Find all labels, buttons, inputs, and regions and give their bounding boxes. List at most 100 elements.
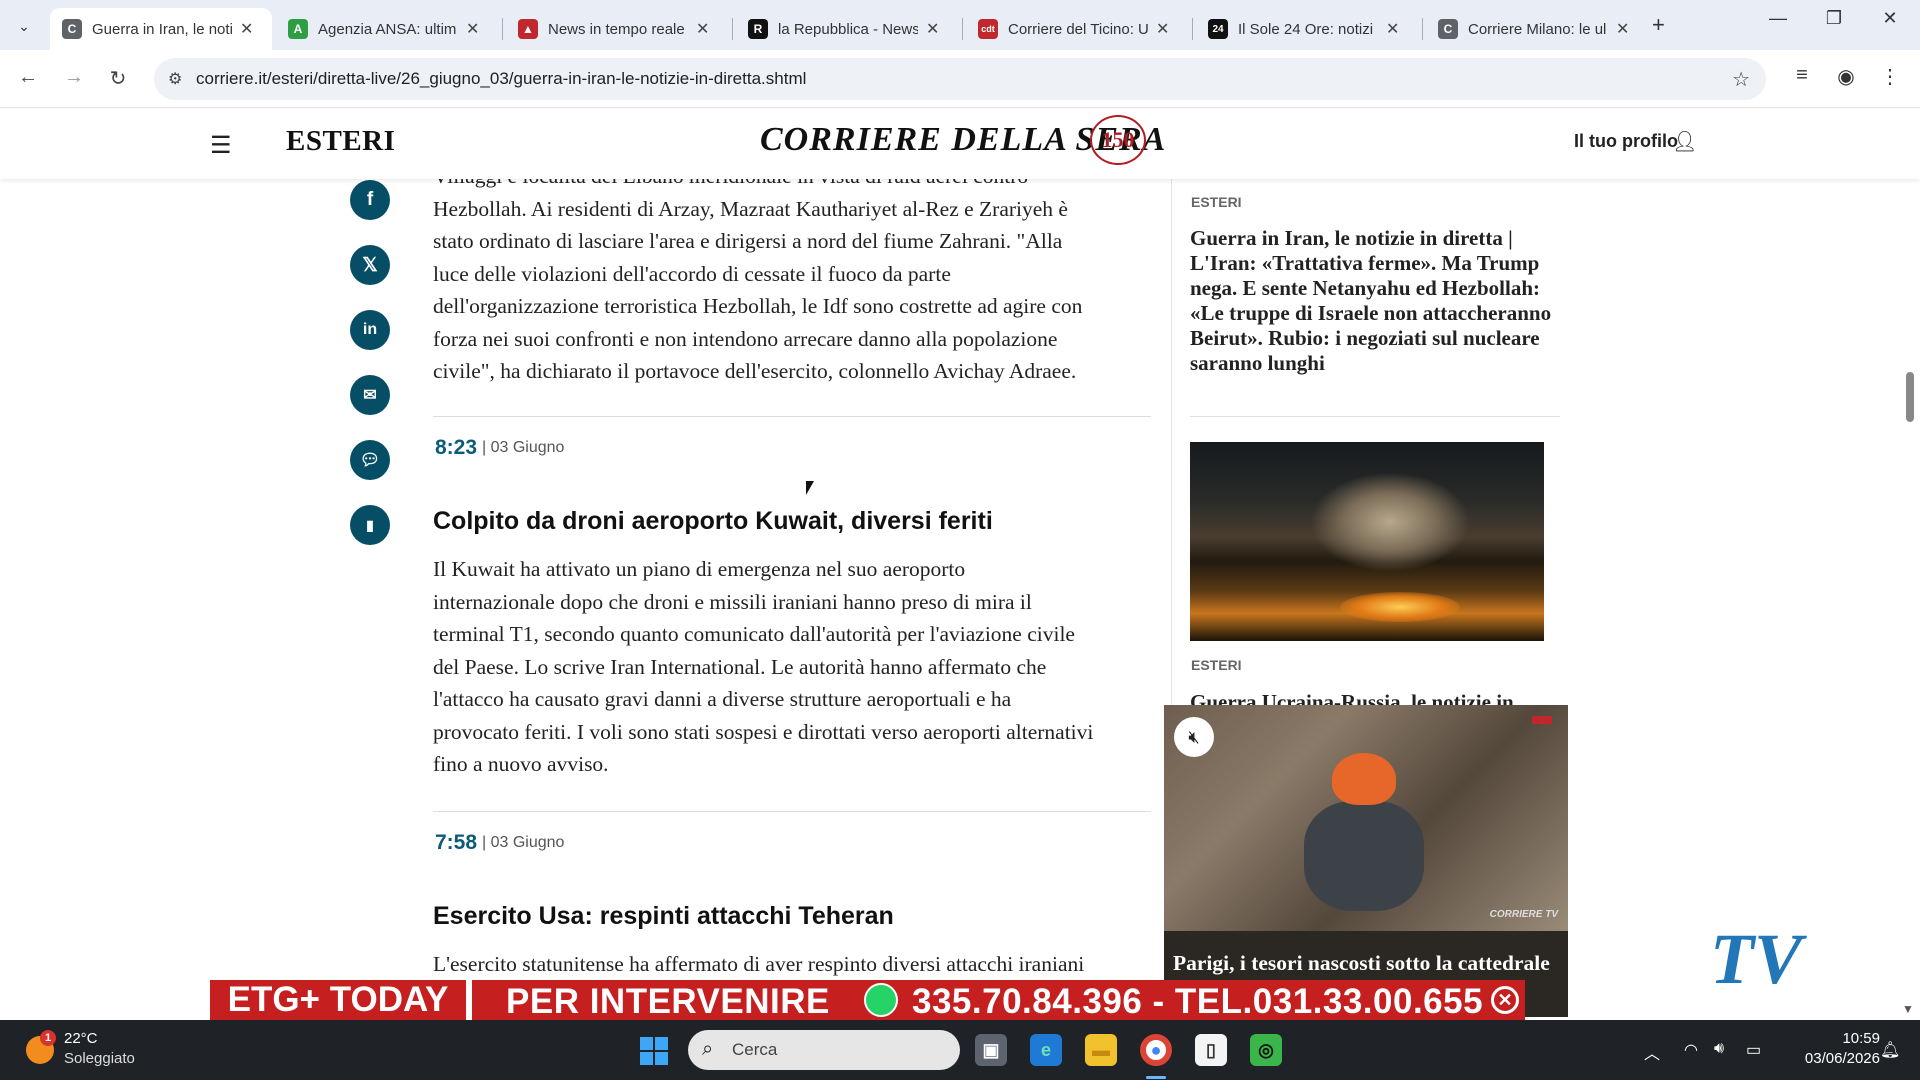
back-button[interactable]: ←	[14, 66, 42, 89]
entry-title[interactable]: Colpito da droni aeroporto Kuwait, diver…	[433, 507, 993, 536]
menu-search-icon[interactable]: ☰	[210, 131, 232, 160]
video-brand: CORRIERE TV	[1489, 909, 1558, 920]
bookmark-star-icon[interactable]: ☆	[1732, 67, 1750, 92]
x-share-icon[interactable]: 𝕏	[350, 245, 390, 285]
paragraph-line: civile", ha dichiarato il portavoce dell…	[433, 359, 1077, 383]
close-tab-icon[interactable]: ✕	[696, 19, 709, 39]
tab-title: Corriere del Ticino: U	[1008, 20, 1148, 38]
close-tab-icon[interactable]: ✕	[240, 19, 253, 39]
user-icon[interactable]: 👤︎	[1672, 129, 1697, 154]
tab-search-icon[interactable]: ⌄	[10, 12, 38, 40]
edge-icon[interactable]: e	[1030, 1034, 1062, 1066]
paragraph-line: provocato feriti. I voli sono stati sosp…	[433, 719, 1094, 744]
bookmark-icon[interactable]: ▮	[350, 505, 390, 545]
file-explorer-icon[interactable]: ▬	[1085, 1034, 1117, 1066]
windows-start-icon[interactable]	[640, 1037, 668, 1065]
entry-date: | 03 Giugno	[482, 834, 565, 851]
media-app-icon[interactable]: ◎	[1250, 1034, 1282, 1066]
minimize-button[interactable]: —	[1758, 8, 1798, 29]
close-tab-icon[interactable]: ✕	[1616, 19, 1629, 39]
floating-video-player[interactable]: 🔇︎ CORRIERE TV Parigi, i tesori nascosti…	[1164, 705, 1568, 1017]
forward-button[interactable]: →	[60, 66, 88, 89]
sole24ore-favicon-icon: 24	[1208, 19, 1228, 39]
reload-button[interactable]: ↻	[104, 66, 132, 91]
paragraph-line: luce delle violazioni dell'accordo di ce…	[433, 261, 951, 286]
tab-0[interactable]: C Guerra in Iran, le noti ✕	[50, 8, 272, 50]
section-title[interactable]: ESTERI	[286, 125, 395, 158]
entry-divider	[433, 811, 1151, 812]
linkedin-share-icon[interactable]: in	[350, 310, 390, 350]
banner-close-icon[interactable]: ✕	[1491, 986, 1519, 1014]
cdt-favicon-icon: cdt	[978, 19, 998, 39]
notifications-icon[interactable]: 🔔︎	[1880, 1040, 1900, 1060]
site-info-icon[interactable]: ⚙	[168, 69, 182, 89]
entry-time: 7:58	[435, 831, 478, 854]
new-tab-button[interactable]: +	[1652, 12, 1665, 38]
sidebar-kicker[interactable]: ESTERI	[1191, 194, 1242, 210]
volume-icon[interactable]: 🔊︎	[1714, 1040, 1724, 1058]
paragraph-line: del Paese. Lo scrive Iran International.…	[433, 654, 1047, 679]
document-icon[interactable]: ▯	[1195, 1034, 1227, 1066]
windows-taskbar: 1 22°C Soleggiato ⌕ Cerca ▣ e ▬ ● ▯ ◎ ︿ …	[0, 1020, 1920, 1080]
facebook-share-icon[interactable]: f	[350, 180, 390, 220]
video-caption[interactable]: Parigi, i tesori nascosti sotto la catte…	[1173, 951, 1550, 976]
site-header: ☰ ESTERI CORRIERE DELLA SERA 150 Il tuo …	[0, 109, 1920, 179]
tab-title: Corriere Milano: le ul	[1468, 20, 1607, 38]
tab-2[interactable]: ▲ News in tempo reale ✕	[506, 8, 728, 50]
media-controls-icon[interactable]: ≡	[1788, 64, 1816, 87]
close-tab-icon[interactable]: ✕	[926, 19, 939, 39]
sidebar-divider	[1190, 416, 1560, 417]
tab-1[interactable]: A Agenzia ANSA: ultim ✕	[276, 8, 498, 50]
weather-badge: 1	[40, 1030, 56, 1046]
banner-numbers: 335.70.84.396 - TEL.031.33.00.655	[912, 982, 1484, 1021]
address-bar[interactable]: ⚙ corriere.it/esteri/diretta-live/26_giu…	[154, 58, 1766, 100]
sidebar-news-image[interactable]	[1190, 442, 1544, 641]
show-hidden-icons[interactable]: ︿	[1644, 1040, 1660, 1064]
scroll-down-icon[interactable]: ▼	[1902, 1002, 1914, 1016]
wifi-icon[interactable]: ◠	[1684, 1040, 1698, 1060]
sidebar-kicker[interactable]: ESTERI	[1191, 657, 1242, 673]
tab-5[interactable]: 24 Il Sole 24 Ore: notizi ✕	[1196, 8, 1418, 50]
url-text[interactable]: corriere.it/esteri/diretta-live/26_giugn…	[196, 69, 806, 89]
paragraph-line: l'attacco ha causato gravi danni a diver…	[433, 687, 1012, 711]
paragraph-line: Il Kuwait ha attivato un piano di emerge…	[433, 557, 966, 581]
video-frame[interactable]	[1164, 705, 1568, 931]
browser-toolbar: ← → ↻ ⚙ corriere.it/esteri/diretta-live/…	[0, 50, 1920, 108]
task-view-icon[interactable]: ▣	[975, 1034, 1007, 1066]
close-tab-icon[interactable]: ✕	[1386, 19, 1399, 39]
taskbar-search[interactable]: ⌕ Cerca	[688, 1030, 960, 1070]
tab-4[interactable]: cdt Corriere del Ticino: U ✕	[966, 8, 1188, 50]
etg-banner[interactable]: ETG+ TODAY PER INTERVENIRE 335.70.84.396…	[210, 980, 1525, 1021]
mouse-cursor	[806, 481, 814, 495]
tab-3[interactable]: R la Repubblica - News ✕	[736, 8, 958, 50]
live-tag	[1532, 716, 1552, 724]
weather-temperature[interactable]: 22°C	[64, 1030, 98, 1047]
close-tab-icon[interactable]: ✕	[1156, 19, 1169, 39]
sidebar-headline[interactable]: Guerra in Iran, le notizie in diretta | …	[1190, 226, 1560, 376]
entry-body: Il Kuwait ha attivato un piano di emerge…	[433, 553, 1153, 781]
entry-divider	[433, 416, 1151, 417]
clock-date[interactable]: 03/06/2026	[1780, 1050, 1880, 1067]
restore-button[interactable]: ❐	[1814, 8, 1854, 29]
paragraph-line: terminal T1, secondo quanto comunicato d…	[433, 622, 1075, 646]
email-share-icon[interactable]: ✉	[350, 375, 390, 415]
mute-icon[interactable]: 🔇︎	[1174, 717, 1214, 757]
profile-link[interactable]: Il tuo profilo	[1574, 131, 1678, 152]
tab-6[interactable]: C Corriere Milano: le ul ✕	[1426, 8, 1648, 50]
active-app-indicator	[1146, 1076, 1166, 1079]
clock-time[interactable]: 10:59	[1814, 1030, 1880, 1047]
entry-body: L'esercito statunitense ha affermato di …	[433, 948, 1153, 981]
scrollbar-thumb[interactable]	[1906, 372, 1914, 422]
browser-menu-icon[interactable]: ⋮	[1876, 64, 1904, 89]
tab-title: Agenzia ANSA: ultim	[318, 20, 457, 38]
chrome-icon[interactable]: ●	[1140, 1034, 1172, 1066]
battery-icon[interactable]: ▭	[1746, 1040, 1761, 1060]
comment-icon[interactable]: 💬︎	[350, 440, 390, 480]
weather-description[interactable]: Soleggiato	[64, 1050, 135, 1067]
sidebar-headline[interactable]: Guerra Ucraina-Russia, le notizie in	[1190, 690, 1560, 706]
profile-icon[interactable]: ◉	[1832, 64, 1860, 89]
entry-title[interactable]: Esercito Usa: respinti attacchi Teheran	[433, 902, 894, 931]
close-window-button[interactable]: ✕	[1870, 8, 1910, 29]
paragraph-line: dell'organizzazione terroristica Hezboll…	[433, 294, 1083, 318]
close-tab-icon[interactable]: ✕	[466, 19, 479, 39]
